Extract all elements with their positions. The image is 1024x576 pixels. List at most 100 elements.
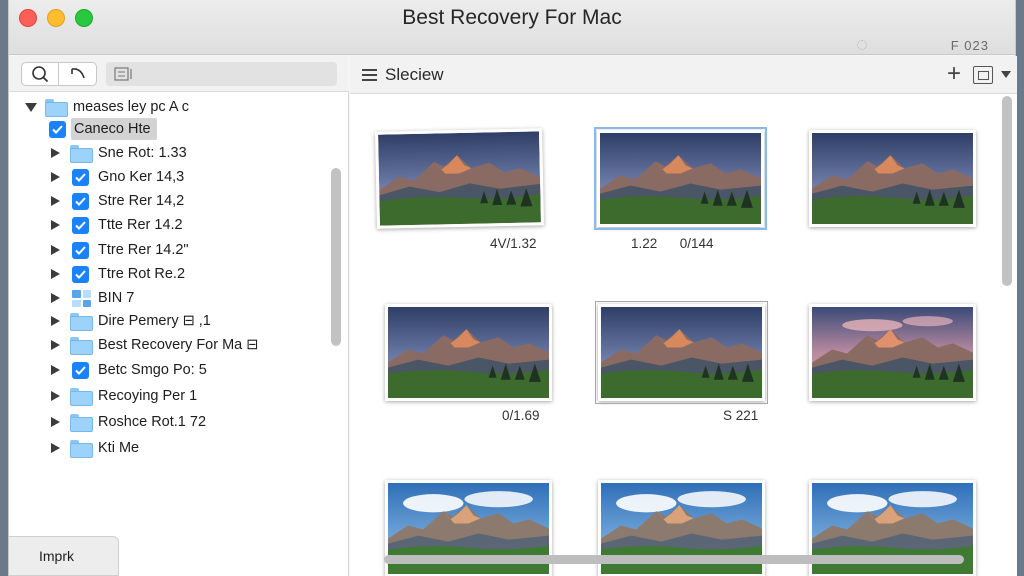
tree-row-label: Betc Smgo Po: 5	[98, 362, 207, 378]
path-field[interactable]	[106, 62, 337, 86]
thumbnail-caption: 4V/1.32	[490, 236, 537, 251]
folder-icon	[70, 440, 93, 458]
tree-row-label: Sne Rot: 1.33	[98, 145, 187, 161]
mountain-photo	[378, 131, 541, 226]
folder-icon	[70, 337, 93, 355]
tree-row[interactable]: Sne Rot: 1.33	[9, 142, 331, 164]
search-icon	[32, 66, 49, 83]
search-button[interactable]	[21, 62, 59, 86]
checkbox-checked[interactable]	[72, 242, 89, 259]
disclosure-right-icon[interactable]	[51, 391, 60, 401]
disclosure-right-icon[interactable]	[51, 196, 60, 206]
checkbox-checked[interactable]	[72, 169, 89, 186]
mountain-photo	[601, 307, 762, 398]
checkbox-checked[interactable]	[72, 193, 89, 210]
tree-row-label: Gno Ker 14,3	[98, 169, 185, 185]
chevron-down-icon[interactable]	[1001, 71, 1011, 78]
folder-icon	[70, 145, 93, 163]
tree-row[interactable]: Recoying Per 1	[9, 385, 331, 407]
tree-row[interactable]: BIN 7	[9, 287, 331, 309]
thumbnail[interactable]	[595, 301, 768, 404]
disclosure-right-icon[interactable]	[51, 172, 60, 182]
check-icon	[75, 221, 86, 230]
disclosure-right-icon[interactable]	[51, 417, 60, 427]
tree-row-label: Best Recovery For Ma ⊟	[98, 337, 259, 353]
view-mode-icon[interactable]	[973, 66, 993, 84]
tree-row[interactable]: meases ley pc A c	[9, 96, 331, 118]
thumbnail[interactable]	[385, 304, 552, 401]
add-icon[interactable]: +	[947, 62, 961, 86]
disclosure-down-icon[interactable]	[25, 103, 37, 112]
mountain-photo	[812, 307, 973, 398]
tree-row[interactable]: Ttte Rer 14.2	[9, 214, 331, 236]
checkbox-checked[interactable]	[72, 362, 89, 379]
tree-row-label: BIN 7	[98, 290, 135, 306]
tree-row[interactable]: Caneco Hte	[9, 118, 331, 140]
tree-row[interactable]: Ttre Rot Re.2	[9, 263, 331, 285]
disclosure-right-icon[interactable]	[51, 148, 60, 158]
disclosure-right-icon[interactable]	[51, 365, 60, 375]
disclosure-right-icon[interactable]	[51, 340, 60, 350]
disclosure-right-icon[interactable]	[51, 293, 60, 303]
tree-row[interactable]: Gno Ker 14,3	[9, 166, 331, 188]
check-icon	[75, 246, 86, 255]
horizontal-scrollbar[interactable]	[384, 555, 964, 564]
check-icon	[52, 125, 63, 134]
disclosure-right-icon[interactable]	[51, 220, 60, 230]
mountain-photo	[388, 307, 549, 398]
folder-icon	[70, 313, 93, 331]
thumbnail[interactable]	[375, 128, 544, 229]
disclosure-right-icon[interactable]	[51, 316, 60, 326]
main-toolbar: Sleciew +	[350, 56, 1017, 94]
activity-icon	[857, 40, 867, 50]
tree-row-label: Ttre Rer 14.2"	[98, 242, 189, 258]
vertical-scrollbar[interactable]	[1002, 96, 1012, 286]
window-title: Best Recovery For Mac	[402, 6, 622, 29]
bottom-tab[interactable]: Imprk	[9, 536, 119, 576]
tree-row-label: Ttte Rer 14.2	[98, 217, 183, 233]
mountain-photo	[600, 133, 761, 224]
sidebar-scrollbar[interactable]	[331, 168, 341, 346]
tree-row[interactable]: Ttre Rer 14.2"	[9, 239, 331, 261]
checkbox-checked[interactable]	[49, 121, 66, 138]
document-icon	[114, 67, 132, 81]
tree-row-label: Recoying Per 1	[98, 388, 198, 404]
tree-row-label: meases ley pc A c	[73, 99, 190, 115]
thumbnail[interactable]	[809, 130, 976, 227]
folder-icon	[45, 99, 68, 117]
sidebar-toolbar	[9, 56, 349, 92]
thumbnail[interactable]	[594, 127, 767, 230]
undo-button[interactable]	[59, 62, 97, 86]
folder-icon	[70, 388, 93, 406]
disclosure-right-icon[interactable]	[51, 269, 60, 279]
thumbnail-caption: 0/1.69	[502, 408, 540, 423]
undo-icon	[70, 68, 85, 79]
main-panel: Sleciew + 4V/1.32 1.22 0/144 0/1.69 S 22…	[350, 56, 1017, 576]
disclosure-right-icon[interactable]	[51, 245, 60, 255]
tree-row-label: Dire Pemery ⊟ ,1	[98, 313, 211, 329]
tree-row-label: Caneco Hte	[74, 121, 151, 137]
tree-row-label: Ttre Rot Re.2	[98, 266, 186, 282]
tree-row-label: Kti Me	[98, 440, 140, 456]
tree-row[interactable]: Betc Smgo Po: 5	[9, 359, 331, 381]
title-bar: Best Recovery For Mac F 023	[9, 0, 1015, 55]
thumbnail-grid: 4V/1.32 1.22 0/144 0/1.69 S 221	[350, 94, 1000, 576]
tree-row[interactable]: Best Recovery For Ma ⊟	[9, 334, 331, 356]
tree-row-label: Stre Rer 14,2	[98, 193, 185, 209]
grid-icon	[72, 290, 91, 307]
tree-row-label: Roshce Rot.1 72	[98, 414, 207, 430]
app-window: Best Recovery For Mac F 023 meases ley p…	[8, 0, 1017, 576]
menu-icon[interactable]	[362, 69, 377, 81]
check-icon	[75, 270, 86, 279]
thumbnail-caption: S 221	[723, 408, 759, 423]
disclosure-right-icon[interactable]	[51, 443, 60, 453]
check-icon	[75, 173, 86, 182]
tree-row[interactable]: Kti Me	[9, 437, 331, 459]
checkbox-checked[interactable]	[72, 266, 89, 283]
tree-row[interactable]: Stre Rer 14,2	[9, 190, 331, 212]
tree-row[interactable]: Dire Pemery ⊟ ,1	[9, 310, 331, 332]
thumbnail[interactable]	[809, 304, 976, 401]
check-icon	[75, 366, 86, 375]
tree-row[interactable]: Roshce Rot.1 72	[9, 411, 331, 433]
checkbox-checked[interactable]	[72, 217, 89, 234]
